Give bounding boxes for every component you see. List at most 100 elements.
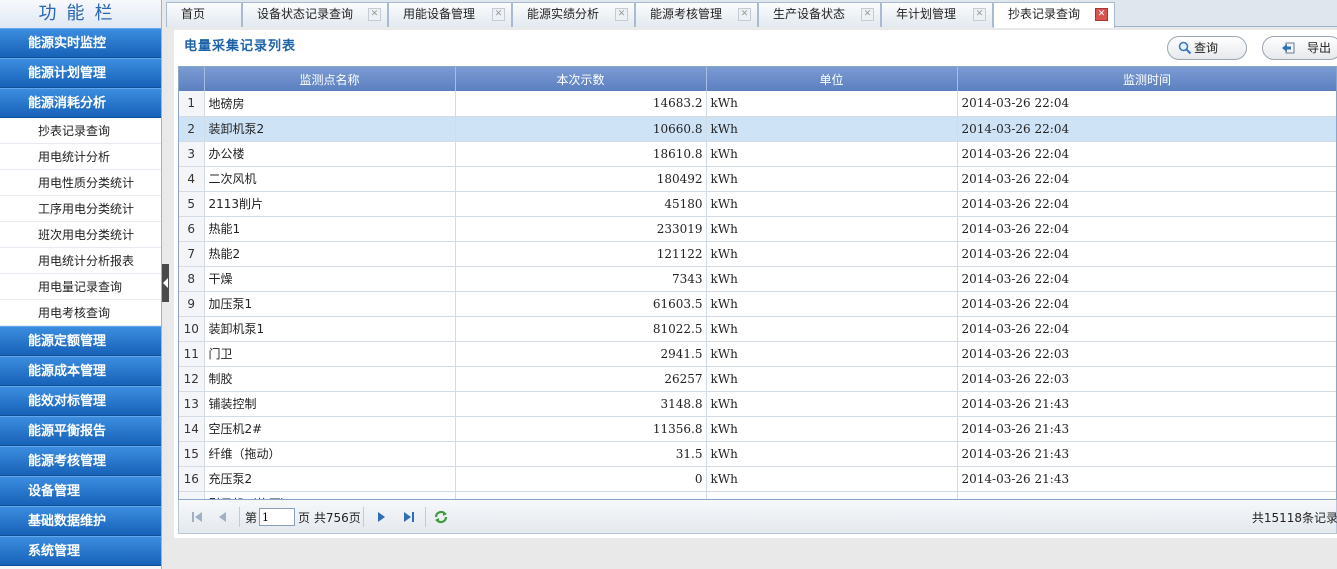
table-row[interactable]: 4 二次风机 180492 kWh 2014-03-26 22:04 (179, 166, 1336, 192)
row-number-cell: 6 (179, 216, 205, 242)
reading-value-cell: 18610.8 (455, 141, 707, 167)
refresh-icon[interactable] (433, 509, 449, 525)
table-row[interactable]: 7 热能2 121122 kWh 2014-03-26 22:04 (179, 241, 1336, 267)
table-row[interactable]: 11 门卫 2941.5 kWh 2014-03-26 22:03 (179, 341, 1336, 367)
sidebar-sub-item[interactable]: 工序用电分类统计 (0, 196, 161, 222)
table-row[interactable]: 14 空压机2# 11356.8 kWh 2014-03-26 21:43 (179, 416, 1336, 442)
monitor-point-name-cell: 办公楼 (204, 141, 456, 167)
table-row[interactable]: 13 铺装控制 3148.8 kWh 2014-03-26 21:43 (179, 391, 1336, 417)
sidebar-menu-header[interactable]: 能源实时监控 (0, 28, 161, 58)
sidebar-menu-header[interactable]: 能源平衡报告 (0, 416, 161, 446)
close-icon[interactable]: ✕ (492, 8, 505, 21)
table-row[interactable]: 10 装卸机泵1 81022.5 kWh 2014-03-26 22:04 (179, 316, 1336, 342)
close-icon[interactable]: ✕ (861, 8, 874, 21)
export-icon (1282, 42, 1295, 54)
first-page-icon[interactable] (189, 509, 205, 525)
row-number-cell: 5 (179, 191, 205, 217)
tab-label: 年计划管理 (896, 7, 957, 21)
row-number-cell: 10 (179, 316, 205, 342)
close-icon[interactable]: ✕ (368, 8, 381, 21)
sidebar-menu-header[interactable]: 能源计划管理 (0, 58, 161, 88)
query-button[interactable]: 查询 (1167, 36, 1247, 60)
reading-value-cell: 11356.8 (455, 416, 707, 442)
monitor-time-cell: 2014-03-26 22:03 (957, 366, 1336, 392)
close-icon[interactable]: ✕ (973, 8, 986, 21)
tab[interactable]: 能源实绩分析 ✕ (512, 2, 635, 27)
tab[interactable]: 用能设备管理 ✕ (388, 2, 512, 27)
row-number-cell: 11 (179, 341, 205, 367)
table-row[interactable]: 8 干燥 7343 kWh 2014-03-26 22:04 (179, 266, 1336, 292)
sidebar-sub-item[interactable]: 用电统计分析 (0, 144, 161, 170)
sidebar-menu-header[interactable]: 能效对标管理 (0, 386, 161, 416)
sidebar-sub-item[interactable]: 用电性质分类统计 (0, 170, 161, 196)
sidebar-menu-header[interactable]: 能源消耗分析 (0, 88, 161, 118)
unit-cell: kWh (706, 191, 958, 217)
tab[interactable]: 年计划管理 ✕ (881, 2, 993, 27)
unit-cell: kWh (706, 416, 958, 442)
table-row[interactable]: 2 装卸机泵2 10660.8 kWh 2014-03-26 22:04 (179, 116, 1336, 142)
column-header[interactable]: 监测时间 (957, 67, 1336, 91)
page-number-input[interactable] (259, 508, 295, 526)
unit-cell: kWh (706, 341, 958, 367)
unit-cell: kWh (706, 466, 958, 492)
table-row[interactable]: 16 充压泵2 0 kWh 2014-03-26 21:43 (179, 466, 1336, 492)
tab-bar: 首页 设备状态记录查询 ✕ 用能设备管理 ✕ 能源实绩分析 ✕ 能源考核管理 ✕ 生产设备状态 ✕ 年… (166, 0, 1337, 28)
sidebar-menu-header[interactable]: 设备管理 (0, 476, 161, 506)
reading-value-cell: 31.5 (455, 441, 707, 467)
sidebar-sub-item[interactable]: 用电量记录查询 (0, 274, 161, 300)
monitor-time-cell: 2014-03-26 21:43 (957, 391, 1336, 417)
export-button[interactable]: 导出 (1262, 36, 1337, 60)
close-icon[interactable]: ✕ (738, 8, 751, 21)
monitor-time-cell: 2014-03-26 22:04 (957, 141, 1336, 167)
table-row[interactable]: 1 地磅房 14683.2 kWh 2014-03-26 22:04 (179, 91, 1336, 117)
next-page-icon[interactable] (373, 509, 389, 525)
row-number-cell: 17 (179, 491, 205, 499)
tab[interactable]: 抄表记录查询 ✕ (993, 2, 1115, 28)
monitor-time-cell: 2014-03-26 22:04 (957, 116, 1336, 142)
close-icon[interactable]: ✕ (615, 8, 628, 21)
sidebar-menu-header[interactable]: 系统管理 (0, 536, 161, 566)
sidebar-sub-item[interactable]: 抄表记录查询 (0, 118, 161, 144)
sidebar-sub-item[interactable]: 用电统计分析报表 (0, 248, 161, 274)
sidebar-sub-item[interactable]: 用电考核查询 (0, 300, 161, 326)
tab[interactable]: 能源考核管理 ✕ (635, 2, 758, 27)
table-row[interactable]: 15 纤维（拖动） 31.5 kWh 2014-03-26 21:43 (179, 441, 1336, 467)
sidebar-menu-header[interactable]: 基础数据维护 (0, 506, 161, 536)
sidebar-menu: 能源实时监控 能源计划管理 能源消耗分析 抄表记录查询 用电统计分析 用电性质分类统计 工序… (0, 28, 161, 566)
sidebar-collapse-handle[interactable] (162, 264, 169, 302)
sidebar-menu-header[interactable]: 能源成本管理 (0, 356, 161, 386)
search-icon (1178, 41, 1192, 55)
last-page-icon[interactable] (401, 509, 417, 525)
sidebar-menu-header[interactable]: 能源定额管理 (0, 326, 161, 356)
column-header[interactable]: 监测点名称 (204, 67, 456, 91)
table-row[interactable]: 12 制胶 26257 kWh 2014-03-26 22:03 (179, 366, 1336, 392)
unit-cell: kWh (706, 491, 958, 499)
pager-divider (363, 507, 364, 527)
tab[interactable]: 生产设备状态 ✕ (758, 2, 881, 27)
table-row[interactable]: 17引风机（热压）3903.3kWh2014-03-26 21:43 (179, 491, 1336, 499)
unit-cell: kWh (706, 266, 958, 292)
reading-value-cell: 10660.8 (455, 116, 707, 142)
close-icon[interactable]: ✕ (1095, 8, 1108, 21)
tab[interactable]: 首页 (166, 2, 242, 27)
column-header[interactable]: 本次示数 (455, 67, 707, 91)
monitor-point-name-cell: 制胶 (204, 366, 456, 392)
monitor-point-name-cell: 热能2 (204, 241, 456, 267)
column-header[interactable]: 单位 (706, 67, 958, 91)
reading-value-cell: 81022.5 (455, 316, 707, 342)
monitor-time-cell: 2014-03-26 21:43 (957, 441, 1336, 467)
reading-value-cell: 26257 (455, 366, 707, 392)
unit-cell: kWh (706, 116, 958, 142)
table-row[interactable]: 3 办公楼 18610.8 kWh 2014-03-26 22:04 (179, 141, 1336, 167)
table-row[interactable]: 5 2113削片 45180 kWh 2014-03-26 22:04 (179, 191, 1336, 217)
pagination-bar: 第 页 共756页 共15118条记录 (178, 500, 1337, 534)
previous-page-icon[interactable] (215, 509, 231, 525)
row-number-cell: 9 (179, 291, 205, 317)
tab[interactable]: 设备状态记录查询 ✕ (242, 2, 388, 27)
reading-value-cell: 3903.3 (455, 491, 707, 499)
table-row[interactable]: 6 热能1 233019 kWh 2014-03-26 22:04 (179, 216, 1336, 242)
sidebar-sub-item[interactable]: 班次用电分类统计 (0, 222, 161, 248)
monitor-time-cell: 2014-03-26 22:04 (957, 291, 1336, 317)
table-row[interactable]: 9 加压泵1 61603.5 kWh 2014-03-26 22:04 (179, 291, 1336, 317)
sidebar-menu-header[interactable]: 能源考核管理 (0, 446, 161, 476)
